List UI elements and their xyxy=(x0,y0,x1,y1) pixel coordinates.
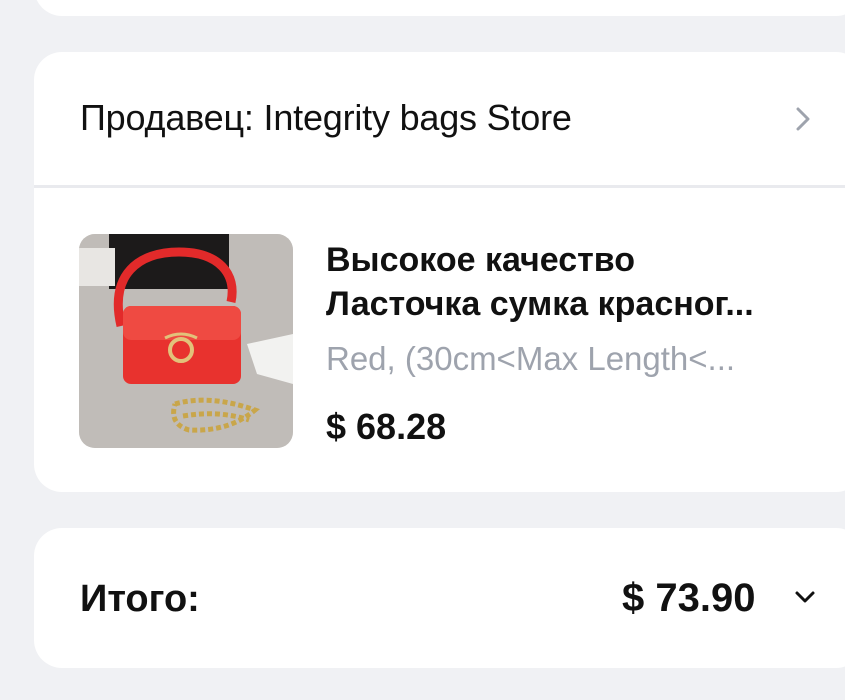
order-card: Продавец: Integrity bags Store Высокое к… xyxy=(34,52,845,492)
total-label: Итого: xyxy=(80,578,200,620)
product-title-line1: Высокое качество xyxy=(326,241,636,279)
product-price: $ 68.28 xyxy=(326,406,447,447)
product-title[interactable]: Высокое качество Ласточка сумка красног.… xyxy=(326,238,836,326)
product-title-line2: Ласточка сумка красног... xyxy=(326,285,754,323)
product-item[interactable]: Высокое качество Ласточка сумка красног.… xyxy=(34,188,845,488)
product-image[interactable] xyxy=(79,234,293,448)
product-variant: Red, (30cm<Max Length<... xyxy=(326,340,736,377)
seller-row[interactable]: Продавец: Integrity bags Store xyxy=(34,52,845,188)
total-value: $ 73.90 xyxy=(622,576,756,620)
chevron-right-icon xyxy=(796,107,810,131)
previous-card xyxy=(34,0,845,16)
total-row[interactable]: Итого: $ 73.90 xyxy=(34,528,845,668)
seller-name: Продавец: Integrity bags Store xyxy=(80,97,572,138)
chevron-down-icon[interactable] xyxy=(794,590,816,604)
